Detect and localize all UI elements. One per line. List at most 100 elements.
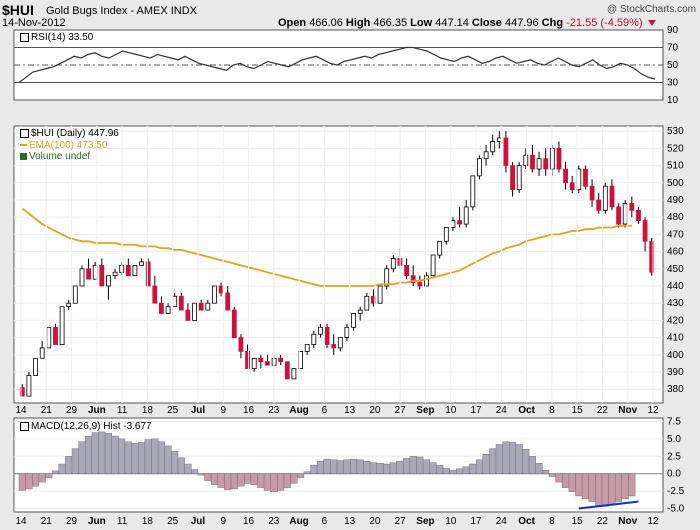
x-tick-label: 18	[142, 405, 154, 416]
price-tick-label: 380	[667, 384, 684, 395]
x-tick-label: 13	[344, 516, 356, 527]
macd-hist-bar	[568, 473, 576, 493]
macd-hist-bar	[429, 462, 437, 474]
macd-hist-bar	[621, 473, 629, 500]
candle-body	[26, 375, 32, 397]
candle-body	[510, 165, 516, 191]
candle-body	[543, 158, 549, 170]
rsi-tick-label: 50	[667, 60, 679, 71]
x-tick-label: 16	[243, 405, 255, 416]
macd-hist-bar	[171, 451, 179, 474]
price-tick-label: 420	[667, 315, 684, 326]
macd-hist-bar	[18, 473, 26, 491]
x-tick-label: 11	[117, 405, 128, 416]
price-legend-text: $HUI (Daily) 447.96	[31, 128, 119, 139]
macd-hist-bar	[376, 463, 384, 474]
x-tick-label: 29	[66, 405, 78, 416]
candle-body	[344, 326, 350, 338]
volume-legend: Volume undef	[20, 151, 90, 162]
macd-hist-bar	[151, 438, 159, 474]
x-tick-label: 22	[597, 516, 609, 527]
x-tick-label: 11	[117, 516, 128, 527]
candle-body	[264, 361, 270, 366]
x-tick-label: 17	[470, 405, 482, 416]
candle-body	[172, 295, 178, 307]
candle-body	[463, 206, 469, 225]
candle-body	[284, 361, 290, 380]
macd-tick-label: 0.0	[667, 469, 681, 480]
x-tick-label: 25	[167, 405, 179, 416]
candle-body	[503, 137, 509, 166]
x-tick-label: 27	[395, 516, 407, 527]
candle-body	[642, 220, 648, 242]
macd-hist-bar	[250, 473, 258, 486]
macd-hist-bar	[555, 473, 563, 483]
candle-body	[337, 337, 343, 349]
macd-hist-bar	[495, 444, 503, 474]
macd-hist-bar	[442, 467, 450, 474]
macd-hist-bar	[78, 441, 86, 474]
candle-body	[622, 202, 628, 225]
candle-body	[158, 302, 164, 314]
macd-hist-bar	[469, 463, 477, 474]
macd-hist-bar	[224, 473, 232, 490]
candle-body	[357, 309, 363, 314]
macd-hist-bar	[396, 461, 404, 474]
macd-hist-bar	[336, 460, 344, 474]
x-tick-label: 25	[167, 516, 179, 527]
macd-hist-bar	[615, 473, 623, 502]
macd-hist-bar	[528, 456, 536, 474]
rsi-legend-text: RSI(14) 33.50	[31, 32, 94, 43]
macd-hist-bar	[595, 473, 603, 506]
candle-body	[211, 285, 217, 304]
macd-hist-bar	[104, 433, 112, 474]
candle-body	[476, 158, 482, 177]
candle-body	[152, 285, 158, 304]
macd-tick-label: 7.5	[667, 416, 681, 427]
macd-hist-bar	[98, 431, 106, 474]
macd-hist-bar	[475, 459, 483, 474]
candle-body	[450, 220, 456, 228]
candle-body	[139, 261, 145, 266]
macd-hist-bar	[25, 473, 33, 490]
macd-hist-bar	[230, 473, 238, 490]
ema-legend: EMA(100) 473.50	[20, 140, 107, 151]
x-tick-label: 20	[369, 405, 381, 416]
macd-hist-bar	[456, 468, 464, 474]
x-tick-label: 15	[572, 405, 584, 416]
macd-hist-bar	[290, 473, 298, 484]
candle-body	[324, 326, 330, 345]
candle-body	[556, 147, 562, 170]
candle-body	[125, 264, 131, 277]
macd-hist-bar	[350, 458, 358, 474]
macd-hist-bar	[581, 473, 589, 500]
macd-hist-bar	[71, 448, 79, 474]
candle-body	[404, 264, 410, 277]
x-tick-label: 12	[647, 405, 659, 416]
macd-hist-bar	[217, 473, 225, 488]
macd-hist-bar	[244, 473, 252, 484]
candle-body	[33, 357, 38, 376]
x-tick-label: 18	[142, 516, 154, 527]
candle-body	[132, 264, 138, 277]
macd-legend-icon	[20, 421, 29, 431]
price-tick-label: 470	[667, 229, 684, 240]
macd-hist-bar	[449, 470, 457, 474]
price-tick-label: 500	[667, 178, 684, 189]
candle-body	[457, 220, 463, 225]
price-tick-label: 460	[667, 247, 684, 258]
x-tick-label: Nov	[618, 516, 637, 527]
macd-hist-bar	[330, 459, 338, 474]
candle-body	[364, 295, 370, 311]
x-tick-label: Sep	[416, 516, 434, 527]
candle-body	[145, 261, 151, 287]
macd-hist-bar	[32, 473, 40, 487]
price-legend-icon	[20, 128, 29, 138]
candle-body	[443, 227, 449, 242]
x-tick-label: 24	[496, 405, 508, 416]
candle-body	[165, 306, 171, 315]
x-tick-label: 6	[322, 405, 328, 416]
macd-hist-bar	[575, 473, 583, 497]
candle-body	[377, 285, 383, 304]
macd-hist-bar	[369, 462, 377, 474]
